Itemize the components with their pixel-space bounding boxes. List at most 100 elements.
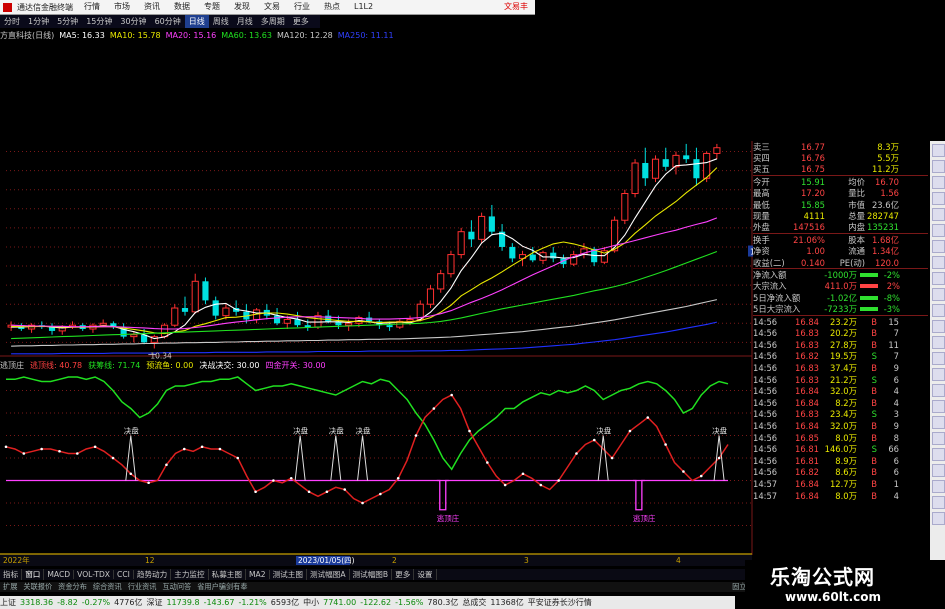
sidebar-tool-icon[interactable] [932,416,945,429]
stat-value: 1.68亿 [871,234,899,245]
status-item: 深证 [146,598,163,607]
indicator-tab[interactable]: CCI [114,570,134,579]
indicator-tab[interactable]: 窗口 [22,569,45,580]
sidebar-tool-icon[interactable] [932,448,945,461]
extension-tab[interactable]: 关联报价 [20,582,55,592]
sidebar-tool-icon[interactable] [932,272,945,285]
sidebar-tool-icon[interactable] [932,496,945,509]
tick-count: 4 [893,490,899,501]
red-line-dot [254,490,257,494]
flow-bar [860,307,878,312]
tick-volume: 8.2万 [835,397,857,408]
indicator-tab[interactable]: 私募主图 [209,569,246,580]
status-item: 11368亿 [490,598,524,607]
sidebar-tool-icon[interactable] [932,224,945,237]
tick-price: 16.83 [795,374,819,385]
red-line-dot [646,416,650,419]
sidebar-tool-icon[interactable] [932,336,945,349]
indicator-tab[interactable]: 指标 [0,569,23,580]
tick-count: 4 [893,397,899,408]
tick-side: B [871,316,877,327]
stat-value: 135231 [867,222,899,233]
stat-label: 现量 [753,211,770,222]
sidebar-tool-icon[interactable] [932,464,945,477]
tick-row: 14:56 16.85 8.0万 B 8 [753,432,928,444]
sidebar-tool-icon[interactable] [932,240,945,253]
tick-row: 14:57 16.84 8.0万 B 4 [753,490,928,502]
sidebar-tool-icon[interactable] [932,512,945,525]
sidebar-tool-icon[interactable] [932,176,945,189]
tick-price: 16.83 [795,409,819,420]
red-line-dot [58,449,61,453]
tick-time: 14:57 [753,478,778,489]
indicator-tab[interactable]: 设置 [414,569,437,580]
ask-price: 16.77 [801,141,825,152]
candle-body [478,215,486,240]
extension-tab[interactable]: 扩展 [0,582,20,592]
extension-tab[interactable]: 省用户骗剑有奉 [194,582,250,592]
tick-row: 14:56 16.84 32.0万 B 9 [753,420,928,432]
tick-price: 16.81 [795,444,819,455]
date-tick-label: 12 [145,556,155,565]
indicator-tab[interactable]: VOL-TDX [74,570,115,579]
sidebar-tool-icon[interactable] [932,288,945,301]
indicator-tab[interactable]: MA2 [246,570,270,579]
candle-body [283,318,291,324]
tick-row: 14:56 16.83 27.8万 B 11 [753,339,928,351]
red-line-dot [628,429,632,433]
candle-body [631,162,639,195]
sidebar-tool-icon[interactable] [932,320,945,333]
red-line-dot [165,463,168,467]
indicator-tab[interactable]: MACD [44,570,75,579]
status-item: -8.82 [57,598,78,607]
tick-side: B [871,432,877,443]
sidebar-tool-icon[interactable] [932,304,945,317]
candle-body [273,315,281,324]
status-item: -122.62 [360,598,392,607]
red-line-dot [4,445,8,449]
red-line-dot [218,447,222,451]
flow-bar [860,295,878,300]
quote-panel: 卖三 16.77 8.3万 买四 16.76 5.5万 买五 16.75 11.2万 今开 15.9… [753,141,928,551]
indicator-tab[interactable]: 主力监控 [171,569,209,580]
sidebar-tool-icon[interactable] [932,208,945,221]
tick-count: 9 [893,363,899,374]
sidebar-tool-icon[interactable] [932,480,945,493]
tick-time: 14:56 [753,374,778,385]
extension-tab[interactable]: 资金分布 [55,582,90,592]
extension-tab[interactable]: 综合资讯 [90,582,125,592]
red-line-dot [343,488,347,491]
stat-value: 1.34亿 [871,246,899,257]
flow-bar [860,284,878,289]
sidebar-tool-icon[interactable] [932,432,945,445]
stat-value: 120.0 [875,257,899,268]
tick-volume: 146.0万 [824,444,857,455]
extension-tab[interactable]: 互动问答 [159,582,194,592]
indicator-tab[interactable]: 更多 [392,569,415,580]
sidebar-tool-icon[interactable] [932,384,945,397]
sidebar-tool-icon[interactable] [932,192,945,205]
tick-price: 16.84 [795,478,819,489]
tick-side: S [871,374,877,385]
red-line-dot [396,476,400,480]
indicator-tab[interactable]: 测试幅图A [307,569,350,580]
sidebar-tool-icon[interactable] [932,144,945,157]
tick-side: B [871,339,877,350]
sidebar-tool-icon[interactable] [932,160,945,173]
indicator-tab[interactable]: 趋势动力 [134,569,172,580]
red-line-dot [111,456,115,460]
indicator-tab[interactable]: 测试主图 [270,569,307,580]
sidebar-tool-icon[interactable] [932,400,945,413]
date-bar-left: 2022年 [3,555,30,565]
red-line-dot [147,481,150,485]
indicator-v1: 逃顶线: 40.78 [30,361,83,370]
red-line-dot [414,434,418,437]
tick-price: 16.84 [795,397,819,408]
sidebar-tool-icon[interactable] [932,368,945,381]
sidebar-tool-icon[interactable] [932,352,945,365]
tick-volume: 8.6万 [835,467,857,478]
candle-body [693,159,700,179]
extension-tab[interactable]: 行业资讯 [125,582,160,592]
sidebar-tool-icon[interactable] [932,256,945,269]
indicator-tab[interactable]: 测试幅图B [350,569,393,580]
